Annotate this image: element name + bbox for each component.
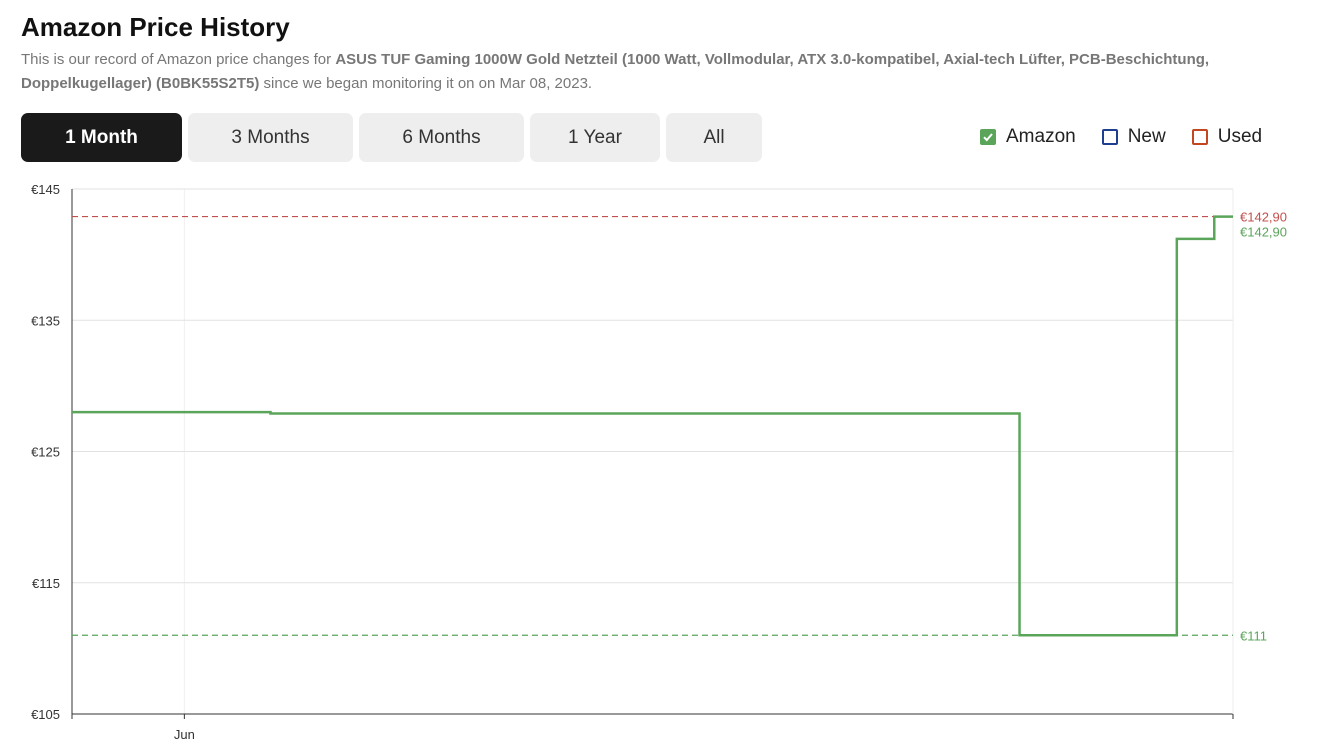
legend-used[interactable]: Used [1191,126,1263,148]
y-tick-label-0: €105 [31,707,60,722]
chart-legend: Amazon New Used [980,126,1262,148]
desc-prefix: This is our record of Amazon price chang… [21,51,336,68]
desc-suffix: since we began monitoring it on on Mar 0… [259,75,593,92]
y-tick-label-3: €135 [31,313,60,328]
used-checkbox-icon[interactable] [1191,129,1208,145]
end-label-1: €142,90 [1240,225,1287,240]
range-tabs: 1 Month 3 Months 6 Months 1 Year All [21,113,762,162]
new-checkbox-icon[interactable] [1101,129,1118,145]
amazon-checkbox-icon[interactable] [980,129,996,145]
check-icon [983,133,993,142]
tab-6-months[interactable]: 6 Months [359,113,524,162]
y-tick-label-1: €115 [32,576,60,591]
end-label-2: €111 [1240,628,1267,643]
tab-all[interactable]: All [666,113,762,162]
page-description: This is our record of Amazon price chang… [21,48,1251,96]
legend-new-label: New [1127,126,1166,147]
tab-3-months[interactable]: 3 Months [188,113,353,162]
x-tick-label-0: Jun [174,727,195,742]
legend-amazon-label: Amazon [1006,126,1076,147]
legend-amazon[interactable]: Amazon [980,126,1076,148]
tab-1-month[interactable]: 1 Month [21,113,182,162]
y-tick-label-2: €125 [31,445,60,460]
end-label-0: €142,90 [1240,210,1287,225]
legend-new[interactable]: New [1101,126,1166,148]
price-chart: €105 €115 €125 €135 €145 Jun €142,90€142,90 €11… [22,182,1298,742]
legend-used-label: Used [1217,126,1263,147]
page-title: Amazon Price History [21,12,290,42]
y-tick-label-4: €145 [31,182,60,197]
tab-1-year[interactable]: 1 Year [530,113,660,162]
price-history-page: Amazon Price History This is our record … [0,0,1318,753]
